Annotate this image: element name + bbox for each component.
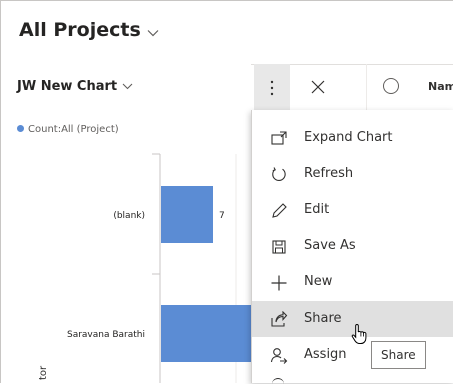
share-icon — [271, 311, 288, 327]
menu-label: Expand Chart — [304, 130, 393, 145]
refresh-icon — [272, 167, 286, 181]
menu-item-partial-icon — [272, 378, 284, 384]
menu-label: New — [304, 274, 333, 289]
menu-item-edit[interactable]: Edit — [252, 192, 453, 228]
chart-panel: JW New Chart Count:All (Project) (blank)… — [1, 64, 251, 383]
column-header-name[interactable]: Nam — [428, 80, 453, 93]
menu-label: Assign — [304, 347, 347, 362]
close-icon — [311, 80, 325, 94]
tooltip: Share — [371, 341, 426, 369]
chevron-down-icon — [147, 20, 159, 42]
more-vertical-icon — [270, 80, 274, 96]
menu-label: Save As — [304, 238, 356, 253]
select-all-checkbox[interactable] — [383, 78, 399, 94]
view-title: All Projects — [19, 19, 141, 41]
expand-icon — [271, 131, 287, 145]
bar-saravana-barathi — [161, 305, 251, 362]
bar-value-label: 7 — [219, 211, 225, 221]
bar-blank — [161, 186, 213, 243]
category-label-saravana: Saravana Barathi — [67, 330, 145, 340]
header-divider — [366, 64, 367, 110]
menu-item-save-as[interactable]: Save As — [252, 228, 453, 264]
close-chart-button[interactable] — [305, 74, 331, 100]
pencil-icon — [272, 203, 287, 218]
more-options-button[interactable] — [254, 64, 290, 110]
y-axis-label: tor — [38, 365, 49, 380]
category-label-blank: (blank) — [113, 211, 145, 221]
hand-cursor-icon — [351, 323, 367, 344]
menu-item-expand-chart[interactable]: Expand Chart — [252, 120, 453, 156]
save-icon — [272, 240, 286, 254]
bar-chart: (blank) 7 Saravana Barathi tor — [38, 153, 251, 383]
menu-item-new[interactable]: New — [252, 264, 453, 300]
plus-icon — [271, 275, 287, 291]
menu-label: Refresh — [304, 166, 354, 181]
menu-label: Share — [304, 311, 342, 326]
assign-icon — [270, 348, 288, 364]
menu-item-refresh[interactable]: Refresh — [252, 156, 453, 192]
view-selector[interactable]: All Projects — [19, 19, 159, 42]
menu-label: Edit — [304, 202, 330, 217]
view-header: All Projects — [1, 1, 453, 65]
